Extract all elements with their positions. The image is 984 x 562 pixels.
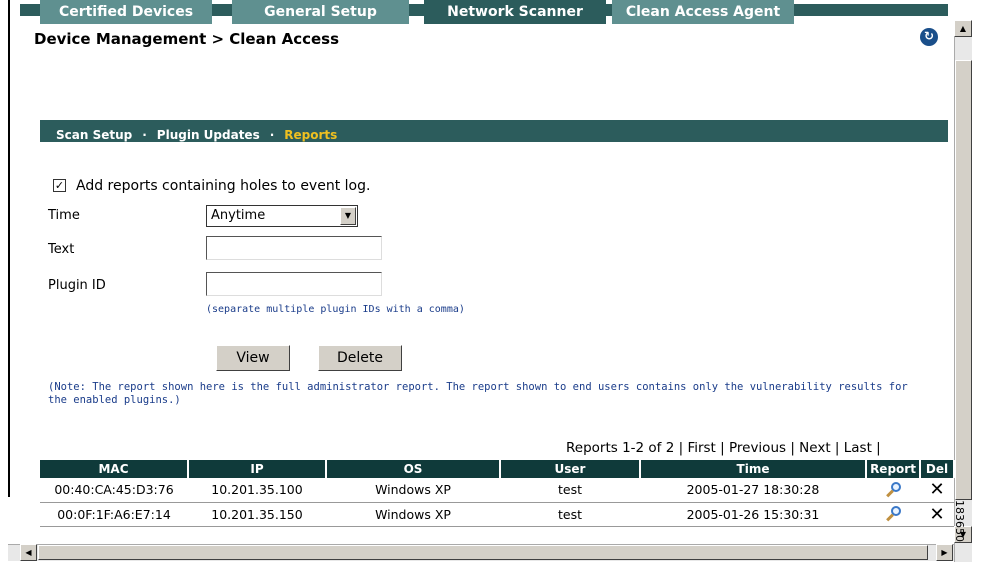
vertical-scroll-thumb[interactable] — [955, 60, 972, 500]
cell-mac: 00:0F:1F:A6:E7:14 — [40, 502, 188, 527]
table-row: 00:40:CA:45:D3:76 10.201.35.100 Windows … — [40, 478, 954, 503]
scroll-up-button[interactable]: ▲ — [954, 20, 972, 37]
cell-report — [866, 478, 920, 503]
cell-del: ✕ — [920, 502, 954, 527]
scroll-right-button[interactable]: ▶ — [936, 544, 953, 561]
tab-label: Certified Devices — [58, 4, 194, 20]
table-header-row: MAC IP OS User Time Report Del — [40, 460, 955, 478]
chevron-down-icon[interactable]: ▼ — [340, 207, 356, 225]
magnifier-icon[interactable] — [884, 505, 902, 523]
tab-general-setup[interactable]: General Setup — [232, 0, 409, 24]
plugin-id-label: Plugin ID — [48, 278, 106, 293]
cell-ip: 10.201.35.100 — [188, 478, 326, 503]
subtab-separator: · — [269, 128, 275, 142]
plugin-id-hint: (separate multiple plugin IDs with a com… — [206, 304, 465, 315]
subtab-reports[interactable]: Reports — [284, 128, 337, 142]
tab-label: General Setup — [264, 4, 377, 20]
subtab-nav: Scan Setup · Plugin Updates · Reports — [56, 124, 337, 143]
column-header-os[interactable]: OS — [326, 460, 501, 478]
cell-report — [866, 502, 920, 527]
tab-label: Network Scanner — [447, 4, 583, 20]
event-log-label: Add reports containing holes to event lo… — [76, 178, 371, 194]
subtab-separator: · — [142, 128, 147, 142]
column-header-mac[interactable]: MAC — [40, 460, 189, 478]
cell-user: test — [500, 502, 640, 527]
refresh-icon[interactable]: ↻ — [920, 28, 938, 46]
column-header-del: Del — [920, 460, 955, 478]
cell-os: Windows XP — [326, 478, 500, 503]
event-log-checkbox[interactable]: ✓ — [53, 179, 66, 192]
left-frame-border — [8, 0, 20, 497]
tab-network-scanner[interactable]: Network Scanner — [424, 0, 606, 24]
column-header-ip[interactable]: IP — [188, 460, 327, 478]
time-select-value: Anytime — [211, 208, 266, 223]
cell-del: ✕ — [920, 478, 954, 503]
text-label: Text — [48, 242, 75, 257]
text-input[interactable] — [206, 236, 382, 260]
delete-x-icon[interactable]: ✕ — [929, 504, 944, 525]
delete-button[interactable]: Delete — [318, 345, 402, 371]
reports-table: MAC IP OS User Time Report Del 00:40:CA:… — [40, 460, 955, 527]
tab-label: Clean Access Agent — [625, 4, 781, 20]
scroll-left-button[interactable]: ◀ — [20, 544, 37, 561]
magnifier-icon[interactable] — [884, 481, 902, 499]
cell-time: 2005-01-27 18:30:28 — [640, 478, 866, 503]
time-label: Time — [48, 208, 80, 223]
subtab-scan-setup[interactable]: Scan Setup — [56, 128, 132, 142]
time-select[interactable]: Anytime ▼ — [206, 205, 358, 227]
table-row: 00:0F:1F:A6:E7:14 10.201.35.150 Windows … — [40, 502, 954, 527]
plugin-id-input[interactable] — [206, 272, 382, 296]
tab-clean-access-agent[interactable]: Clean Access Agent — [612, 0, 794, 24]
cell-os: Windows XP — [326, 502, 500, 527]
column-header-report: Report — [866, 460, 921, 478]
horizontal-scroll-thumb[interactable] — [38, 545, 928, 560]
column-header-time[interactable]: Time — [640, 460, 867, 478]
pagination[interactable]: Reports 1-2 of 2 | First | Previous | Ne… — [566, 440, 881, 456]
delete-x-icon[interactable]: ✕ — [929, 479, 944, 500]
cell-time: 2005-01-26 15:30:31 — [640, 502, 866, 527]
cell-ip: 10.201.35.150 — [188, 502, 326, 527]
subtab-plugin-updates[interactable]: Plugin Updates — [157, 128, 260, 142]
cell-user: test — [500, 478, 640, 503]
column-header-user[interactable]: User — [500, 460, 641, 478]
window-frame — [0, 0, 8, 562]
report-note: (Note: The report shown here is the full… — [48, 381, 908, 406]
page-title: Device Management > Clean Access — [34, 30, 340, 48]
cell-mac: 00:40:CA:45:D3:76 — [40, 478, 188, 503]
tab-certified-devices[interactable]: Certified Devices — [40, 0, 212, 24]
view-button[interactable]: View — [216, 345, 290, 371]
